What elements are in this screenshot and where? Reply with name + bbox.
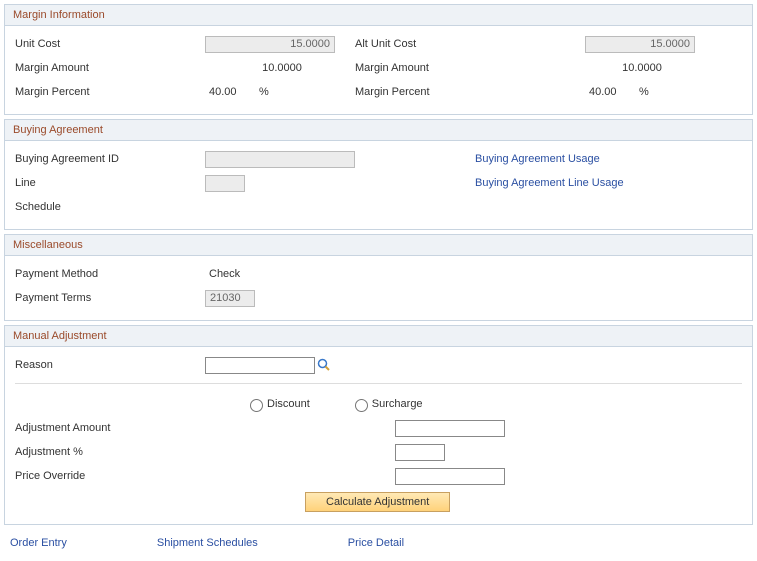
- buying-header: Buying Agreement: [5, 120, 752, 141]
- shipment-schedules-link[interactable]: Shipment Schedules: [157, 537, 258, 549]
- percent-sign-2: %: [635, 86, 649, 98]
- adj-amount-label: Adjustment Amount: [15, 422, 395, 434]
- manual-section: Manual Adjustment Reason Discount: [4, 325, 753, 525]
- misc-section: Miscellaneous Payment Method Check Payme…: [4, 234, 753, 321]
- payment-terms-field[interactable]: [205, 290, 255, 307]
- margin-header: Margin Information: [5, 5, 752, 26]
- buying-line-usage-link[interactable]: Buying Agreement Line Usage: [475, 177, 624, 189]
- buying-line-label: Line: [15, 177, 205, 189]
- buying-body: Buying Agreement ID Buying Agreement Usa…: [5, 141, 752, 229]
- discount-label: Discount: [267, 398, 310, 410]
- reason-field[interactable]: [205, 357, 315, 374]
- margin-amount-value: 10.0000: [205, 62, 355, 74]
- alt-margin-amount-value: 10.0000: [585, 62, 695, 74]
- payment-method-label: Payment Method: [15, 268, 205, 280]
- calculate-button[interactable]: Calculate Adjustment: [305, 492, 450, 512]
- margin-percent-value: 40.00: [205, 86, 255, 98]
- divider: [15, 383, 742, 384]
- alt-margin-amount-label: Margin Amount: [355, 62, 585, 74]
- lookup-icon[interactable]: [317, 358, 331, 372]
- buying-id-field[interactable]: [205, 151, 355, 168]
- adj-amount-field[interactable]: [395, 420, 505, 437]
- buying-id-label: Buying Agreement ID: [15, 153, 205, 165]
- surcharge-label: Surcharge: [372, 398, 423, 410]
- reason-label: Reason: [15, 359, 205, 371]
- percent-sign-1: %: [255, 86, 355, 98]
- margin-amount-label: Margin Amount: [15, 62, 205, 74]
- margin-percent-label: Margin Percent: [15, 86, 205, 98]
- alt-unit-cost-label: Alt Unit Cost: [355, 38, 585, 50]
- adj-pct-field[interactable]: [395, 444, 445, 461]
- alt-margin-percent-value: 40.00: [585, 86, 635, 98]
- adj-pct-label: Adjustment %: [15, 446, 395, 458]
- buying-section: Buying Agreement Buying Agreement ID Buy…: [4, 119, 753, 230]
- order-entry-link[interactable]: Order Entry: [10, 537, 67, 549]
- manual-body: Reason Discount Surcharge: [5, 347, 752, 524]
- misc-header: Miscellaneous: [5, 235, 752, 256]
- manual-header: Manual Adjustment: [5, 326, 752, 347]
- payment-terms-label: Payment Terms: [15, 292, 205, 304]
- payment-method-value: Check: [205, 268, 240, 280]
- alt-unit-cost-field[interactable]: [585, 36, 695, 53]
- alt-margin-percent-label: Margin Percent: [355, 86, 585, 98]
- unit-cost-label: Unit Cost: [15, 38, 205, 50]
- margin-section: Margin Information Unit Cost Alt Unit Co…: [4, 4, 753, 115]
- price-override-field[interactable]: [395, 468, 505, 485]
- buying-usage-link[interactable]: Buying Agreement Usage: [475, 153, 600, 165]
- discount-radio[interactable]: [250, 399, 263, 412]
- footer-links: Order Entry Shipment Schedules Price Det…: [0, 529, 757, 561]
- buying-schedule-label: Schedule: [15, 201, 205, 213]
- price-override-label: Price Override: [15, 470, 395, 482]
- surcharge-radio-wrap[interactable]: Surcharge: [350, 396, 423, 412]
- margin-body: Unit Cost Alt Unit Cost Margin Amount 10…: [5, 26, 752, 114]
- misc-body: Payment Method Check Payment Terms: [5, 256, 752, 320]
- discount-radio-wrap[interactable]: Discount: [245, 396, 310, 412]
- price-detail-link[interactable]: Price Detail: [348, 537, 404, 549]
- buying-line-field[interactable]: [205, 175, 245, 192]
- unit-cost-field[interactable]: [205, 36, 335, 53]
- surcharge-radio[interactable]: [355, 399, 368, 412]
